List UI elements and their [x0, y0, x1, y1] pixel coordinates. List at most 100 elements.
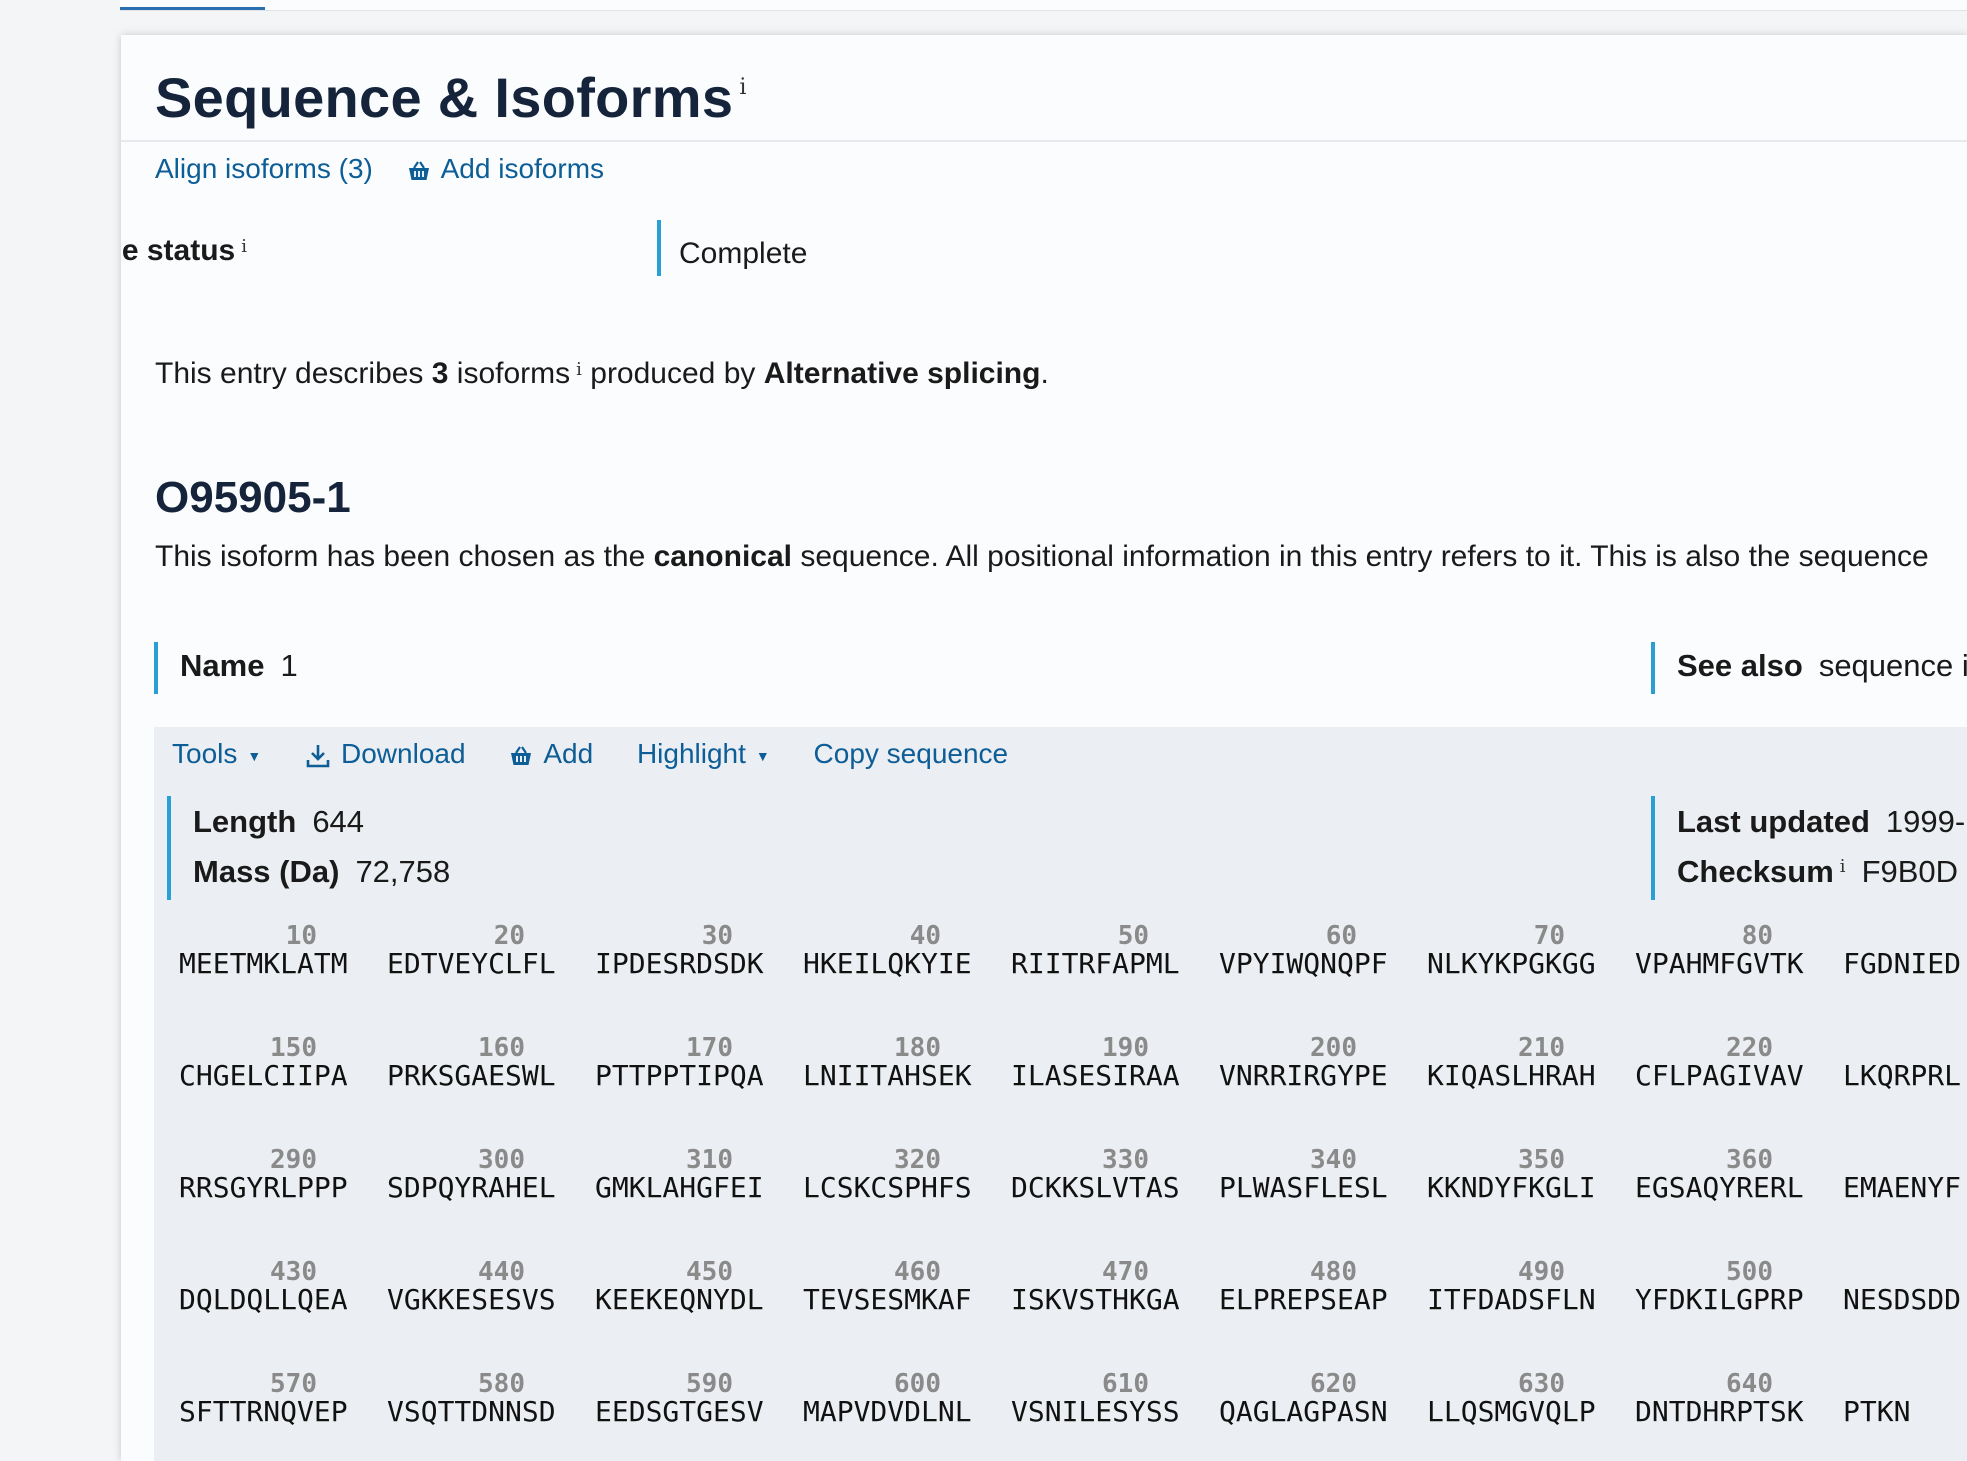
info-icon[interactable]: i [1840, 856, 1846, 877]
add-label: Add [543, 738, 594, 769]
sequence-block: LKQRPRL [1843, 1035, 1967, 1091]
sequence-residues: ELPREPSEAP [1219, 1283, 1388, 1316]
sequence-position: 150 [270, 1033, 317, 1063]
sequence-block: 50 RIITRFAPML [1011, 923, 1180, 979]
sequence-status-value: Complete [679, 237, 808, 270]
download-icon [306, 744, 330, 767]
sequence-position: 340 [1310, 1145, 1357, 1175]
sequence-residues: LLQSMGVQLP [1427, 1395, 1596, 1428]
sequence-residues: YFDKILGPRP [1635, 1283, 1804, 1316]
download-button[interactable]: Download [305, 738, 466, 770]
sequence-block: 610 VSNILESYSS [1011, 1371, 1180, 1428]
sequence-position: 570 [270, 1369, 317, 1399]
sequence-panel: Tools ▼ Download Add Highlight ▼ Copy sequ… [154, 727, 1967, 1461]
section-title-text: Sequence & Isoforms [155, 66, 734, 129]
checksum-label: Checksum [1677, 854, 1834, 889]
sequence-position: 440 [478, 1257, 525, 1287]
sequence-block: 70 NLKYKPGKGG [1427, 921, 1596, 979]
sequence-residues: IPDESRDSDK [595, 947, 764, 980]
sequence-block: 630 LLQSMGVQLP [1427, 1371, 1596, 1428]
isoform-name: Name 1 [180, 648, 298, 684]
sequence-position: 310 [686, 1145, 733, 1175]
status-divider [657, 220, 661, 276]
last-updated-label: Last updated [1677, 804, 1870, 839]
sequence-residues: PRKSGAESWL [387, 1059, 556, 1092]
active-tab-indicator [120, 7, 265, 10]
sequence-position [1843, 1147, 1967, 1173]
sequence-position: 480 [1310, 1257, 1357, 1287]
basket-icon [511, 745, 532, 765]
sequence-position: 190 [1102, 1033, 1149, 1063]
checksum-label-wrap: Checksum i [1677, 854, 1846, 889]
sequence-residues: EDTVEYCLFL [387, 947, 556, 980]
align-isoforms-link[interactable]: Align isoforms (3) [155, 153, 373, 184]
info-icon[interactable]: i [576, 359, 582, 380]
sequence-position [1843, 1259, 1967, 1285]
highlight-dropdown[interactable]: Highlight ▼ [637, 738, 770, 770]
basket-icon [408, 160, 429, 180]
canonical-note-prefix: This isoform has been chosen as the [155, 540, 654, 573]
canonical-word: canonical [653, 540, 792, 573]
sequence-position: 470 [1102, 1257, 1149, 1287]
sequence-position: 160 [478, 1033, 525, 1063]
sequence-residues: EGSAQYRERL [1635, 1171, 1804, 1204]
sequence-residues: DCKKSLVTAS [1011, 1171, 1180, 1204]
canonical-note-suffix: sequence. All positional information in … [792, 540, 1929, 573]
tools-dropdown[interactable]: Tools ▼ [172, 738, 261, 770]
download-label: Download [341, 738, 466, 769]
add-button[interactable]: Add [509, 738, 593, 770]
see-also-divider [1651, 642, 1655, 694]
name-label: Name [180, 648, 265, 683]
sequence-block: 40 HKEILQKYIE [803, 923, 972, 979]
isoform-links: Align isoforms (3) Add isoforms [155, 153, 604, 185]
title-divider [121, 140, 1967, 142]
add-isoforms-label: Add isoforms [440, 153, 605, 184]
info-icon[interactable]: i [739, 75, 746, 100]
sequence-position: 220 [1726, 1033, 1773, 1063]
add-isoforms-link[interactable]: Add isoforms [407, 153, 604, 184]
sequence-residues: EEDSGTGESV [595, 1395, 764, 1428]
sequence-residues: NESDSDD [1843, 1283, 1962, 1316]
sequence-block: 330 DCKKSLVTAS [1011, 1145, 1180, 1204]
meta-right-divider [1651, 796, 1655, 900]
sequence-block: 350 KKNDYFKGLI [1427, 1145, 1596, 1203]
name-divider [154, 642, 158, 694]
sequence-block: 190 ILASESIRAA [1011, 1033, 1180, 1092]
sequence-position: 70 [1533, 921, 1565, 951]
sequence-residues: CHGELCIIPA [179, 1059, 348, 1092]
see-also-link[interactable]: sequence i [1819, 648, 1967, 683]
sequence-position: 170 [686, 1033, 733, 1063]
sequence-position: 360 [1726, 1145, 1773, 1175]
sequence-block: 640 DNTDHRPTSK [1635, 1371, 1804, 1427]
sequence-residues: VNRRIRGYPE [1219, 1059, 1388, 1092]
sequence-status-label-text: Sequence status [121, 234, 236, 267]
sequence-block: 310 GMKLAHGFEI [595, 1145, 764, 1203]
sequence-residues: ILASESIRAA [1011, 1059, 1180, 1092]
sequence-block: 340 PLWASFLESL [1219, 1145, 1388, 1203]
sequence-residues: QAGLAGPASN [1219, 1395, 1388, 1428]
sequence-position: 330 [1102, 1145, 1149, 1175]
sequence-block: 170 PTTPPTIPQA [595, 1033, 764, 1092]
sequence-residues: VPAHMFGVTK [1635, 947, 1804, 980]
sequence-position: 450 [686, 1257, 733, 1287]
sequence-position: 490 [1518, 1257, 1565, 1287]
sequence-block: 220 CFLPAGIVAV [1635, 1033, 1804, 1091]
sequence-position [1843, 1035, 1967, 1061]
sequence-residues: VGKKESESVS [387, 1283, 556, 1316]
sequence-position: 600 [894, 1369, 941, 1399]
sequence-position: 430 [270, 1257, 317, 1287]
sequence-residues: EMAENYF [1843, 1171, 1962, 1204]
copy-sequence-button[interactable]: Copy sequence [814, 738, 1009, 770]
sequence-residues: ISKVSTHKGA [1011, 1283, 1180, 1316]
sequence-position: 350 [1518, 1145, 1565, 1175]
descr-after: produced by [581, 357, 764, 390]
sequence-residues: SDPQYRAHEL [387, 1171, 556, 1204]
sequence-block: 200 VNRRIRGYPE [1219, 1035, 1388, 1092]
sequence-residues: VSNILESYSS [1011, 1395, 1180, 1428]
sequence-residues: PTTPPTIPQA [595, 1059, 764, 1092]
mass-label: Mass (Da) [193, 854, 340, 889]
info-icon[interactable]: i [241, 236, 247, 257]
sequence-residues: LKQRPRL [1843, 1059, 1962, 1092]
sequence-block: NESDSDD [1843, 1259, 1967, 1315]
sequence-block: 150 CHGELCIIPA [179, 1033, 348, 1092]
